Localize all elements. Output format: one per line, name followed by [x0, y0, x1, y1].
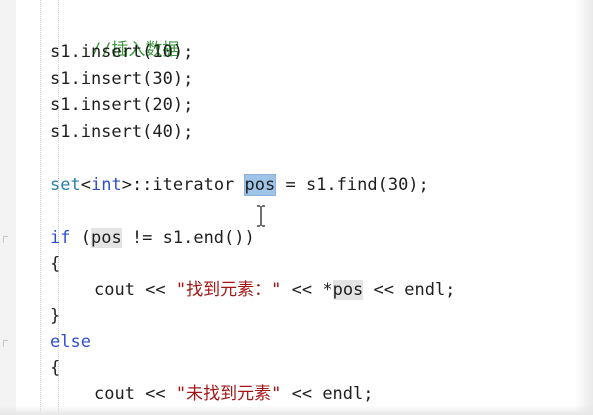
code-arg: 40: [152, 122, 173, 142]
code-text: << endl;: [363, 280, 456, 300]
code-text: );: [172, 69, 194, 89]
code-text: <: [80, 175, 91, 195]
code-arg: 30: [152, 69, 173, 89]
code-text: <<: [281, 280, 323, 300]
code-line-iterator[interactable]: set<int>::iterator pos = s1.find(30);: [50, 173, 429, 197]
code-text: << endl;: [281, 384, 374, 404]
code-line-brace[interactable]: {: [50, 252, 60, 276]
code-line-brace[interactable]: }: [50, 304, 60, 328]
code-text: );: [172, 95, 194, 115]
code-text: (: [70, 228, 91, 248]
string-literal: "未找到元素": [175, 384, 282, 404]
code-text: s1.insert(: [50, 122, 153, 142]
code-line-cout-notfound[interactable]: cout << "未找到元素" << endl;: [50, 382, 374, 406]
code-line-comment[interactable]: //插入数据: [50, 14, 179, 60]
code-text: s1.insert(: [50, 42, 153, 62]
brace-open: {: [50, 358, 61, 378]
code-text: >: [121, 175, 132, 195]
type-set: set: [50, 175, 81, 195]
code-editor[interactable]: //插入数据 s1.insert(10); s1.insert(30); s1.…: [0, 0, 593, 415]
bottom-edge-shade: [0, 405, 593, 415]
code-text: *: [322, 280, 333, 300]
code-arg: 10: [152, 42, 173, 62]
gutter-fold-mark[interactable]: [3, 236, 8, 243]
keyword-int: int: [90, 175, 122, 195]
code-text: = s1.find(30);: [275, 175, 429, 195]
code-text: != s1.end()): [121, 228, 255, 248]
code-line-insert[interactable]: s1.insert(20);: [50, 93, 193, 117]
code-text: s1.insert(: [50, 69, 153, 89]
reference-highlight-pos[interactable]: pos: [332, 280, 364, 300]
brace-open: {: [50, 254, 61, 274]
scroll-edge-shade: [575, 0, 593, 415]
code-text: s1.insert(: [50, 95, 153, 115]
code-line-brace[interactable]: {: [50, 356, 60, 380]
code-text: cout <<: [94, 280, 176, 300]
code-text: cout <<: [94, 384, 176, 404]
code-line-if[interactable]: if (pos != s1.end()): [50, 226, 255, 250]
editor-gutter: [0, 0, 16, 415]
code-line-insert[interactable]: s1.insert(30);: [50, 67, 193, 91]
keyword-else: else: [50, 332, 91, 352]
keyword-if: if: [50, 228, 71, 248]
brace-close: }: [50, 306, 61, 326]
code-line-else[interactable]: else: [50, 330, 91, 354]
code-text: ::iterator: [131, 175, 245, 195]
code-line-insert[interactable]: s1.insert(10);: [50, 40, 193, 64]
code-line-insert[interactable]: s1.insert(40);: [50, 120, 193, 144]
code-text: );: [172, 42, 194, 62]
code-line-cout-found[interactable]: cout << "找到元素：" << *pos << endl;: [50, 278, 455, 302]
selected-identifier-pos[interactable]: pos: [243, 174, 277, 196]
code-text: );: [172, 122, 194, 142]
string-literal: "找到元素：": [175, 280, 282, 300]
text-cursor-icon: [257, 205, 265, 227]
code-arg: 20: [152, 95, 173, 115]
gutter-fold-mark[interactable]: [3, 340, 8, 347]
reference-highlight-pos[interactable]: pos: [90, 228, 122, 248]
indent-guide: [40, 0, 41, 415]
